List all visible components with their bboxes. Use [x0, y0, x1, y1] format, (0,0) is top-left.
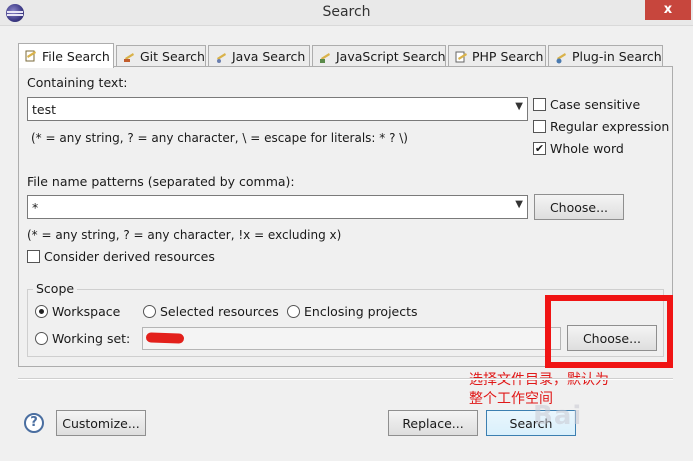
- checkbox[interactable]: [27, 250, 40, 263]
- whole-word-label: Whole word: [550, 141, 624, 156]
- radio-button[interactable]: [143, 305, 156, 318]
- close-button[interactable]: x: [645, 0, 691, 20]
- help-icon[interactable]: ?: [24, 413, 44, 433]
- tab-java-search[interactable]: Java Search: [208, 45, 310, 67]
- plugin-search-icon: [554, 50, 568, 64]
- containing-text-hint: (* = any string, ? = any character, \ = …: [31, 131, 408, 145]
- containing-text-value: test: [32, 102, 57, 117]
- working-set-field[interactable]: [142, 327, 561, 350]
- file-patterns-combo[interactable]: * ▼: [27, 195, 528, 219]
- whole-word-checkbox[interactable]: ✔ Whole word: [533, 141, 624, 156]
- checkbox[interactable]: [533, 98, 546, 111]
- checkbox[interactable]: [533, 120, 546, 133]
- customize-button[interactable]: Customize...: [56, 410, 146, 436]
- tab-git-search[interactable]: Git Search: [116, 45, 206, 67]
- tab-label: Git Search: [140, 49, 205, 64]
- case-sensitive-checkbox[interactable]: Case sensitive: [533, 97, 640, 112]
- title-bar: Search x: [0, 0, 693, 26]
- radio-workspace[interactable]: Workspace: [35, 304, 120, 319]
- watermark: Bai: [533, 401, 583, 431]
- radio-button[interactable]: [35, 332, 48, 345]
- radio-working-set[interactable]: Working set:: [35, 331, 130, 346]
- case-sensitive-label: Case sensitive: [550, 97, 641, 112]
- checkmark-icon[interactable]: ✔: [533, 142, 546, 155]
- selected-resources-label: Selected resources: [160, 304, 279, 319]
- derived-resources-label: Consider derived resources: [44, 249, 215, 264]
- derived-resources-checkbox[interactable]: Consider derived resources: [27, 249, 215, 264]
- tab-label: JavaScript Search: [336, 49, 446, 64]
- radio-button[interactable]: [287, 305, 300, 318]
- tab-label: PHP Search: [472, 49, 544, 64]
- file-patterns-label: File name patterns (separated by comma):: [27, 174, 295, 189]
- regular-expression-label: Regular expression: [550, 119, 670, 134]
- containing-text-label: Containing text:: [27, 75, 128, 90]
- window-title: Search: [322, 4, 371, 20]
- tab-php-search[interactable]: PHP Search: [448, 45, 546, 67]
- footer-separator: [18, 378, 673, 380]
- annotation-line-1: 选择文件目录，默认为: [469, 372, 609, 388]
- radio-selected-resources[interactable]: Selected resources: [143, 304, 279, 319]
- tab-label: File Search: [42, 48, 110, 64]
- tab-plugin-search[interactable]: Plug-in Search: [548, 45, 663, 67]
- radio-enclosing-projects[interactable]: Enclosing projects: [287, 304, 418, 319]
- tab-label: Java Search: [232, 49, 306, 64]
- javascript-search-icon: [318, 50, 332, 64]
- tab-file-search[interactable]: File Search: [18, 43, 114, 68]
- working-set-label: Working set:: [52, 331, 131, 346]
- regular-expression-checkbox[interactable]: Regular expression: [533, 119, 669, 134]
- file-patterns-hint: (* = any string, ? = any character, !x =…: [27, 228, 342, 242]
- file-patterns-value: *: [32, 200, 39, 215]
- file-search-icon: [24, 49, 38, 63]
- workspace-label: Workspace: [52, 304, 121, 319]
- replace-button[interactable]: Replace...: [388, 410, 478, 436]
- red-scribble-redaction: [145, 332, 185, 344]
- containing-text-combo[interactable]: test ▼: [27, 97, 528, 121]
- tab-label: Plug-in Search: [572, 49, 662, 64]
- tab-javascript-search[interactable]: JavaScript Search: [312, 45, 446, 67]
- scope-legend: Scope: [33, 281, 78, 296]
- java-search-icon: [214, 50, 228, 64]
- php-search-icon: [454, 50, 468, 64]
- chevron-down-icon[interactable]: ▼: [515, 101, 523, 112]
- choose-patterns-button[interactable]: Choose...: [534, 194, 624, 220]
- annotation-highlight-box: [545, 295, 673, 368]
- git-search-icon: [122, 50, 136, 64]
- chevron-down-icon[interactable]: ▼: [515, 199, 523, 210]
- enclosing-projects-label: Enclosing projects: [304, 304, 418, 319]
- radio-button[interactable]: [35, 305, 48, 318]
